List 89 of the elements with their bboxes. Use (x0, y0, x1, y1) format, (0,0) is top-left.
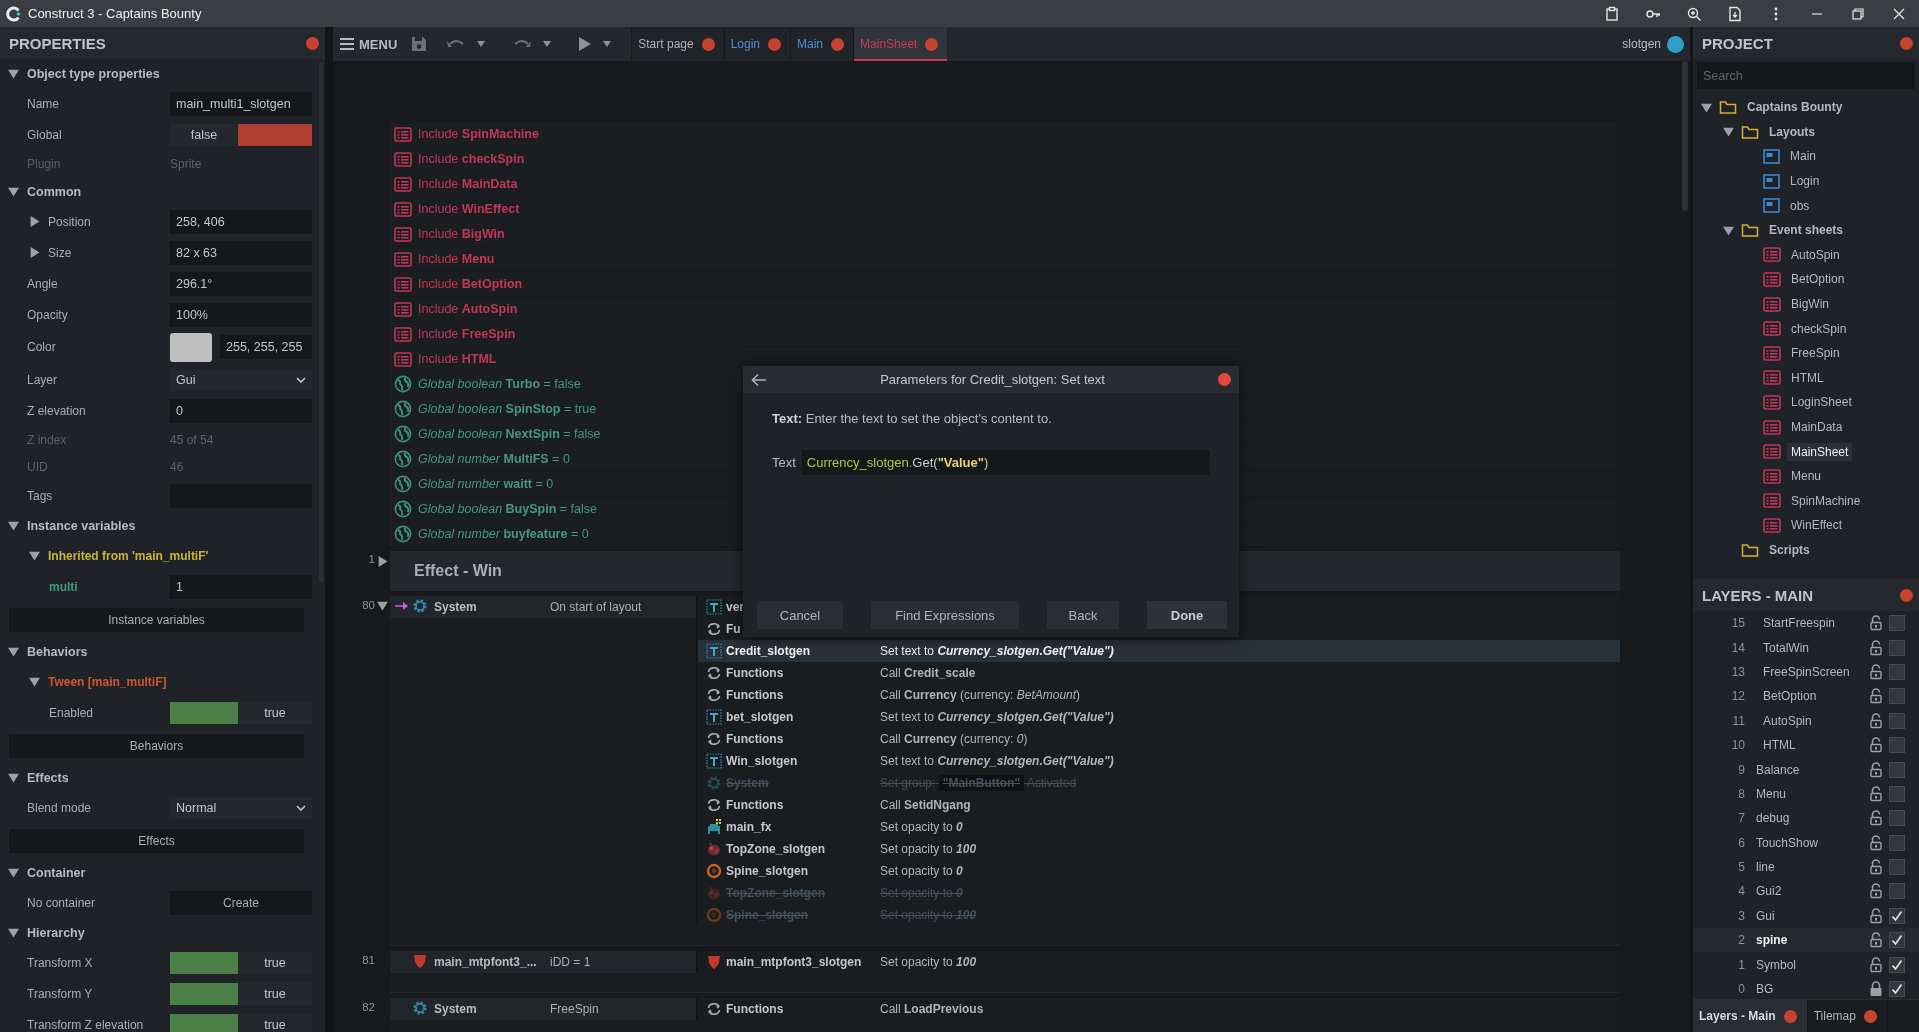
object-name: Spine_slotgen (726, 908, 809, 922)
object-name: Functions (726, 798, 785, 812)
property-label: Blend mode (27, 800, 92, 815)
condition-text: FreeSpin (550, 1002, 600, 1016)
property-label: Layer (27, 372, 58, 387)
property-label: Size (48, 245, 72, 260)
object-name: TopZone_slotgen (726, 886, 827, 900)
window-title: Construct 3 - Captains Bounty (28, 6, 202, 21)
action-text: Set opacity to 100 (880, 842, 978, 856)
property-label: Enabled (49, 705, 94, 720)
action-text: Set opacity to 0 (880, 864, 964, 878)
object-name: Spine_slotgen (726, 864, 809, 878)
condition-text: iDD = 1 (550, 955, 592, 969)
panel-title: PROPERTIES (9, 34, 106, 52)
property-label: multi (49, 579, 78, 594)
action-text: Call Credit_scale (880, 666, 977, 680)
include-text: Include AutoSpin (418, 302, 518, 316)
action-text: Call SetidNgang (880, 798, 972, 812)
action-text: Set group: "MainButton" Activated (880, 776, 1078, 790)
line-number: 80 (362, 598, 375, 611)
property-label: Transform Y (27, 986, 93, 1001)
property-label: Tags (27, 488, 53, 503)
object-name: bet_slotgen (726, 710, 795, 724)
include-text: Include MainData (418, 177, 518, 191)
panel-title: PROJECT (1702, 34, 1773, 52)
action-text: Call Currency (currency: BetAmount) (880, 688, 1082, 702)
object-name: System (434, 1002, 478, 1016)
object-name: System (726, 776, 770, 790)
property-label: Position (48, 214, 91, 229)
global-variable-text: Global boolean Turbo = false (418, 377, 581, 391)
action-text: Set opacity to 0 (880, 886, 964, 900)
property-value: 46 (170, 459, 184, 474)
action-text: Call Currency (currency: 0) (880, 732, 1029, 746)
property-label: Plugin (27, 156, 61, 171)
global-variable-text: Global boolean BuySpin = false (418, 502, 597, 516)
property-label: No container (27, 895, 96, 910)
action-text: Set text to Currency_slotgen.Get("Value") (880, 710, 1115, 724)
action-text: Set text to Currency_slotgen.Get("Value") (880, 644, 1115, 658)
object-name: TopZone_slotgen (726, 842, 827, 856)
action-text: Set opacity to 100 (880, 908, 978, 922)
action-text: Call LoadPrevious (880, 1002, 985, 1016)
global-variable-text: Global number buyfeature = 0 (418, 527, 589, 541)
property-label: Transform X (27, 955, 93, 970)
parameter-label: Text (772, 455, 796, 470)
line-number: 82 (362, 1000, 375, 1013)
include-text: Include WinEffect (418, 202, 520, 216)
property-label: Z index (27, 432, 67, 447)
object-name: Functions (726, 1002, 785, 1016)
line-number: 81 (362, 953, 375, 966)
line-number: 1 (368, 552, 375, 565)
action-text: Set opacity to 100 (880, 955, 978, 969)
object-name: Fu (726, 622, 742, 636)
condition-text: On start of layout (550, 600, 643, 614)
property-value: Sprite (170, 156, 202, 171)
object-name: Functions (726, 732, 785, 746)
group-title: Effect - Win (414, 562, 502, 580)
property-label: Angle (27, 276, 58, 291)
include-text: Include SpinMachine (418, 127, 539, 141)
include-text: Include Menu (418, 252, 495, 266)
object-name: Credit_slotgen (726, 644, 811, 658)
property-label: Global (27, 127, 62, 142)
action-text: Set opacity to 0 (880, 820, 964, 834)
panel-title: LAYERS - MAIN (1702, 586, 1814, 604)
global-variable-text: Global boolean SpinStop = true (418, 402, 597, 416)
property-label: Opacity (27, 307, 68, 322)
global-variable-text: Global number waitt = 0 (418, 477, 554, 491)
property-label: UID (27, 459, 48, 474)
property-label: Color (27, 340, 56, 354)
object-name: ver (726, 600, 746, 614)
include-text: Include HTML (418, 352, 497, 366)
object-name: System (434, 600, 478, 614)
include-text: Include BigWin (418, 227, 505, 241)
object-name: Win_slotgen (726, 754, 799, 768)
object-name: main_mtpfont3_... (434, 955, 538, 969)
property-label: Z elevation (27, 403, 86, 418)
action-text: Set text to Currency_slotgen.Get("Value") (880, 754, 1115, 768)
property-label: Name (27, 96, 59, 111)
include-text: Include FreeSpin (418, 327, 516, 341)
object-name: main_fx (726, 820, 773, 834)
include-text: Include checkSpin (418, 152, 525, 166)
global-variable-text: Global boolean NextSpin = false (418, 427, 601, 441)
include-text: Include BetOption (418, 277, 523, 291)
global-variable-text: Global number MultiFS = 0 (418, 452, 570, 466)
object-name: Functions (726, 666, 785, 680)
property-label: Transform Z elevation (27, 1017, 144, 1032)
dialog-title: Parameters for Credit_slotgen: Set text (879, 372, 1106, 387)
object-name: Functions (726, 688, 785, 702)
property-value: 45 of 54 (170, 432, 214, 447)
object-name: main_mtpfont3_slotgen (726, 955, 863, 969)
